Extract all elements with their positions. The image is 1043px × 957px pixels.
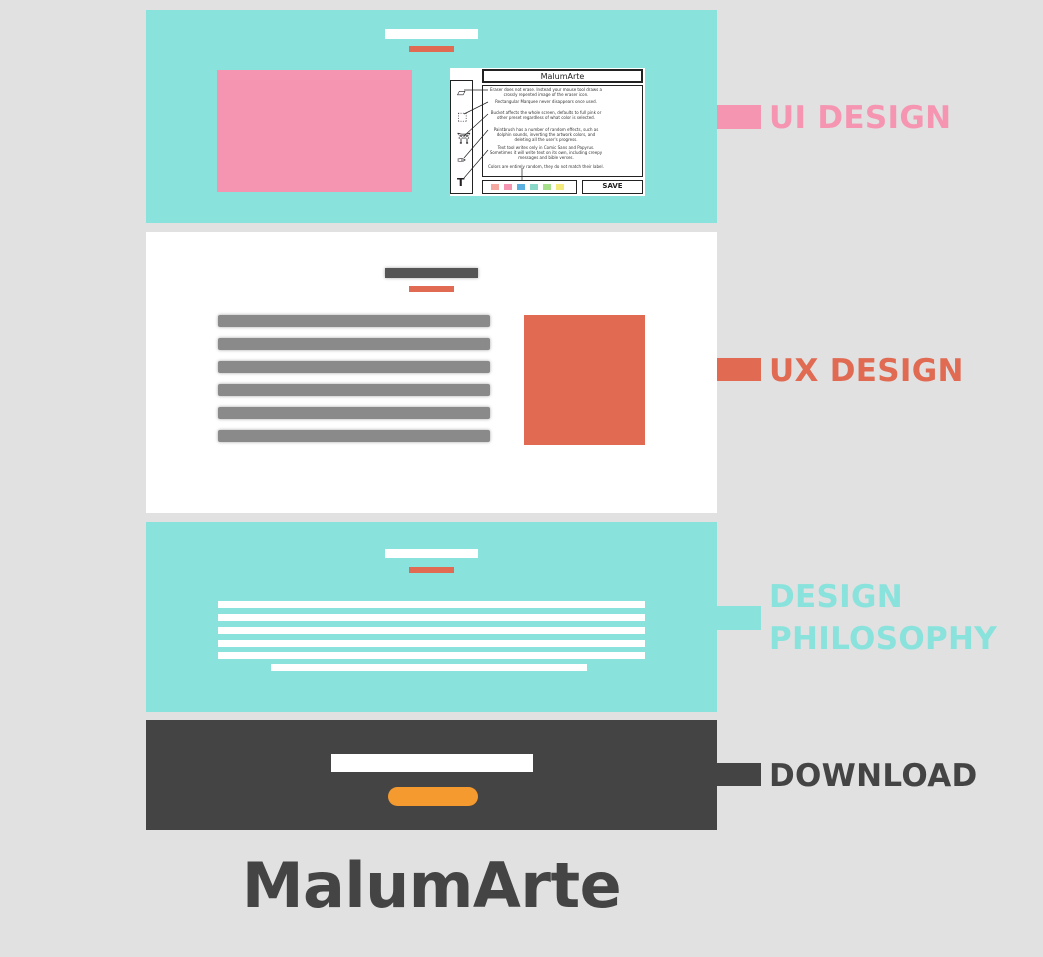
ui-image-placeholder — [217, 70, 412, 192]
ui-design-tab — [717, 105, 761, 129]
wireframe-color-palette — [482, 180, 577, 194]
ui-design-label: UI DESIGN — [769, 100, 952, 136]
ux-section-title-placeholder — [385, 268, 478, 278]
select-icon: ⬚ — [457, 110, 468, 123]
ux-text-line — [218, 384, 490, 396]
app-name-wordmark: MalumArte — [241, 849, 622, 922]
download-button-placeholder — [388, 787, 478, 806]
philosophy-text-line — [218, 640, 645, 647]
wireframe-canvas: Eraser does not erase. Instead your mous… — [482, 85, 643, 177]
ux-design-tab — [717, 358, 761, 381]
ux-text-line — [218, 315, 490, 327]
philosophy-text-line — [218, 601, 645, 608]
design-philosophy-label-line1: DESIGN — [769, 579, 903, 615]
wireframe-note-paintbrush: Paintbrush has a number of random effect… — [493, 127, 599, 142]
ux-text-line — [218, 338, 490, 350]
ui-section-title-placeholder — [385, 29, 478, 39]
bucket-icon: ⛩ — [457, 132, 471, 145]
ux-text-line — [218, 407, 490, 419]
swatch-1 — [491, 184, 499, 190]
swatch-5 — [543, 184, 551, 190]
philosophy-text-line — [218, 627, 645, 634]
wireframe-note-bucket: Bucket affects the whole screen, default… — [490, 110, 602, 120]
swatch-3 — [517, 184, 525, 190]
ux-design-label: UX DESIGN — [769, 353, 964, 389]
download-tab — [717, 763, 761, 786]
text-icon: T — [457, 176, 465, 189]
ui-section-accent-bar — [409, 46, 454, 52]
ux-section-accent-bar — [409, 286, 454, 292]
ux-image-placeholder — [524, 315, 645, 445]
wireframe-title: MalumArte — [540, 72, 585, 81]
philosophy-text-line — [218, 614, 645, 621]
ux-text-line — [218, 361, 490, 373]
design-philosophy-tab — [717, 606, 761, 630]
swatch-2 — [504, 184, 512, 190]
wireframe-note-marquee: Rectangular Marquee never disappears onc… — [495, 99, 597, 104]
swatch-4 — [530, 184, 538, 190]
swatch-6 — [556, 184, 564, 190]
download-section — [146, 720, 717, 830]
wireframe-title-bar: MalumArte — [482, 69, 643, 83]
wireframe-note-colors: Colors are entirely random, they do not … — [488, 164, 604, 169]
brush-icon: ✑ — [457, 154, 467, 167]
design-philosophy-label-line2: PHILOSOPHY — [769, 621, 997, 657]
wireframe-save-label: SAVE — [602, 182, 623, 190]
philosophy-text-line — [271, 664, 587, 671]
app-wireframe-mockup: MalumArte ▱ ⬚ ⛩ ✑ T Eraser does not eras… — [450, 68, 645, 196]
wireframe-save-button: SAVE — [582, 180, 643, 194]
wireframe-note-eraser: Eraser does not erase. Instead your mous… — [490, 87, 602, 97]
philosophy-text-line — [218, 652, 645, 659]
eraser-icon: ▱ — [457, 86, 466, 99]
philosophy-section-title-placeholder — [385, 549, 478, 558]
wireframe-toolbar: ▱ ⬚ ⛩ ✑ T — [450, 80, 473, 194]
philosophy-section-accent-bar — [409, 567, 454, 573]
download-title-placeholder — [331, 754, 533, 772]
wireframe-note-text: Text tool writes only in Comic Sans and … — [489, 145, 603, 160]
download-label: DOWNLOAD — [769, 758, 978, 794]
ux-text-line — [218, 430, 490, 442]
